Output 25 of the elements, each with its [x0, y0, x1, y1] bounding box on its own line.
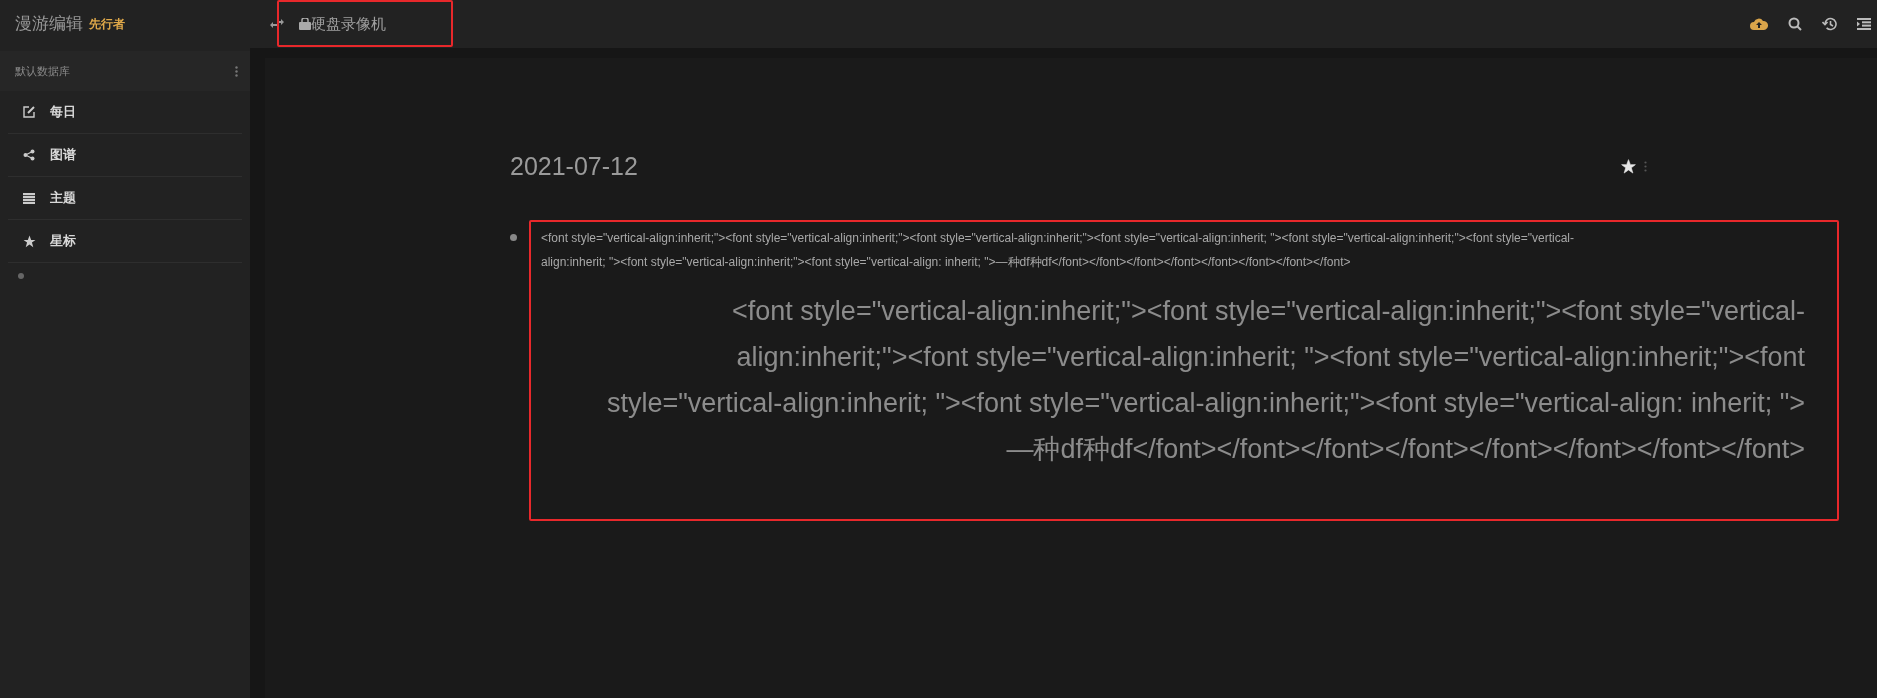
sidebar-item[interactable]: 主题: [8, 177, 242, 220]
database-name[interactable]: 默认数据库: [15, 62, 70, 80]
bullet-icon[interactable]: [510, 233, 517, 241]
bag-icon: [299, 18, 311, 30]
page-date: 2021-07-12: [510, 151, 638, 182]
bullet-icon: [18, 273, 24, 279]
share-icon: [23, 149, 35, 161]
swap-icon[interactable]: [270, 19, 284, 29]
app-name: 漫游编辑: [15, 13, 83, 36]
block-text: <font style="vertical-align:inherit;"><font style="vertical-align:inherit;"><font style="vertical-align:inherit;"><font style="vertical-align:inherit; "><font style="vertical-align:inherit;"><font style="vertical-align:inherit; "><font style="vertical-align:inherit;"><font style="vertical-align: inherit; ">—种df种df</font></font></font></font></font></font></font></font>: [541, 229, 1576, 271]
more-icon[interactable]: [235, 65, 238, 77]
outline-icon[interactable]: [1857, 18, 1871, 30]
block-text: <font style="vertical-align:inherit;"><font style="vertical-align:inherit;"><font style="vertical-align:inherit;"><font style="vertical-align:inherit; "><font style="vertical-align:inherit;"><font style="vertical-align:inherit; "><font style="vertical-align:inherit;"><font style="vertical-align: inherit; ">—种df种df</font></font></font></font></font></font></font></font>: [605, 294, 1805, 466]
edit-icon: [23, 106, 35, 118]
star-icon[interactable]: [1621, 159, 1636, 175]
search-icon[interactable]: [1788, 17, 1802, 31]
sidebar-item[interactable]: 每日: [8, 91, 242, 134]
sidebar-item[interactable]: 星标: [8, 220, 242, 263]
cloud-upload-icon[interactable]: [1750, 18, 1768, 30]
page-title: 硬盘录像机: [311, 13, 386, 34]
list-icon: [23, 192, 35, 204]
star-icon: [22, 234, 36, 248]
history-icon[interactable]: [1822, 17, 1837, 31]
edition-label: 先行者: [89, 16, 125, 33]
sidebar-item[interactable]: 图谱: [8, 134, 242, 177]
